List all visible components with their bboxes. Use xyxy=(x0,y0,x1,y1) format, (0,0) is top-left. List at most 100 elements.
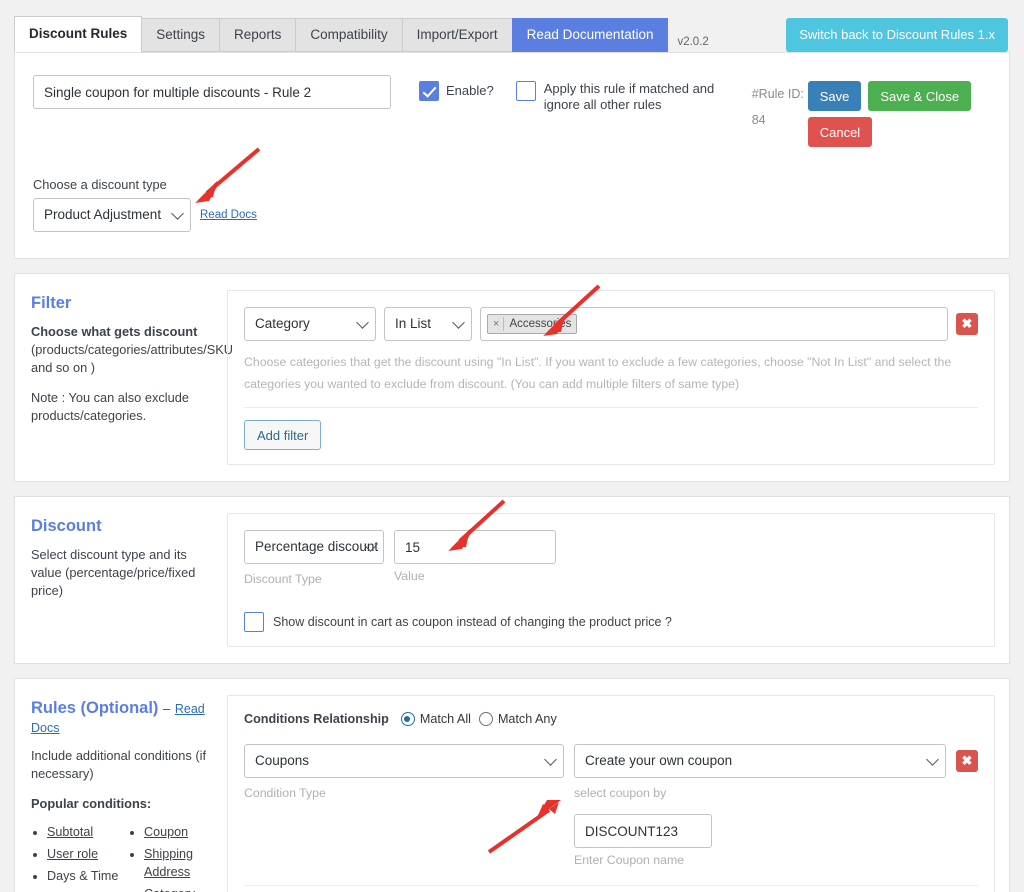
filter-match-value: In List xyxy=(395,316,432,331)
discount-type-group: Percentage discount Discount Type xyxy=(244,530,384,586)
rules-description: Rules (Optional) – Read Docs Include add… xyxy=(31,695,227,892)
discount-title: Discount xyxy=(31,517,102,535)
discount-description: Discount Select discount type and its va… xyxy=(31,513,227,647)
list-item[interactable]: Coupon xyxy=(144,823,217,841)
filter-match-select[interactable]: In List xyxy=(384,307,472,341)
discount-row: Percentage discount Discount Type Value xyxy=(244,530,978,586)
discount-type-value-2: Percentage discount xyxy=(255,539,379,554)
match-any-radio[interactable] xyxy=(478,712,493,726)
popular-conditions-col1: Subtotal User role Days & Time Purchase … xyxy=(31,823,120,892)
filter-values-input[interactable]: × Accessories xyxy=(480,307,948,341)
filter-tag[interactable]: × Accessories xyxy=(487,314,578,334)
filter-type-select[interactable]: Category xyxy=(244,307,376,341)
condition-link-coupon[interactable]: Coupon xyxy=(144,825,188,839)
rule-id-block: #Rule ID: 84 xyxy=(752,81,808,133)
list-item[interactable]: Days & Time xyxy=(47,867,120,885)
condition-row: Coupons Condition Type Create your own c… xyxy=(244,744,978,867)
popular-conditions-col2: Coupon Shipping Address Category Combina… xyxy=(128,823,217,892)
discount-value-group: Value xyxy=(394,530,556,586)
rule-name-input[interactable] xyxy=(33,75,391,109)
filter-panel: Filter Choose what gets discount (produc… xyxy=(14,273,1010,482)
switch-back-button[interactable]: Switch back to Discount Rules 1.x xyxy=(786,18,1008,52)
tab-read-documentation[interactable]: Read Documentation xyxy=(511,18,669,52)
remove-condition-button[interactable]: ✖ xyxy=(956,750,978,772)
tab-compatibility[interactable]: Compatibility xyxy=(295,18,403,52)
discount-type-label: Choose a discount type xyxy=(33,177,167,192)
enable-label: Enable? xyxy=(446,83,494,98)
tab-import-export[interactable]: Import/Export xyxy=(401,18,513,52)
save-and-close-button[interactable]: Save & Close xyxy=(868,81,972,111)
apply-ignore-checkbox[interactable] xyxy=(515,81,536,101)
tab-reports[interactable]: Reports xyxy=(219,18,297,52)
add-filter-button[interactable]: Add filter xyxy=(244,420,322,450)
discount-card: Percentage discount Discount Type Value … xyxy=(227,513,995,647)
chevron-down-icon xyxy=(452,316,465,329)
discount-type-select[interactable]: Product Adjustment xyxy=(33,198,191,232)
conditions-relationship-row: Conditions Relationship Match All Match … xyxy=(244,712,978,726)
match-all-radio[interactable] xyxy=(400,712,415,726)
discount-type-read-docs-link[interactable]: Read Docs xyxy=(200,209,257,221)
radio-match-all[interactable]: Match All xyxy=(400,712,471,726)
condition-link-user-role[interactable]: User role xyxy=(47,847,98,861)
filter-row: Category In List × Accessories ✖ xyxy=(244,307,978,341)
condition-link-days-time[interactable]: Days & Time xyxy=(47,869,118,883)
filter-tag-label: Accessories xyxy=(509,318,572,330)
discount-type-value: Product Adjustment xyxy=(44,207,162,222)
coupon-name-group: Enter Coupon name xyxy=(574,814,946,867)
rules-card: Conditions Relationship Match All Match … xyxy=(227,695,995,892)
discount-desc: Select discount type and its value (perc… xyxy=(31,547,196,598)
list-item[interactable]: Category Combination xyxy=(144,885,217,892)
conditions-relationship-label: Conditions Relationship xyxy=(244,712,389,726)
condition-link-category-combination[interactable]: Category Combination xyxy=(144,887,215,892)
radio-match-any[interactable]: Match Any xyxy=(478,712,557,726)
list-item[interactable]: Subtotal xyxy=(47,823,120,841)
discount-value-input[interactable] xyxy=(394,530,556,564)
condition-type-group: Coupons Condition Type xyxy=(244,744,564,800)
discount-rules-page: Discount Rules Settings Reports Compatib… xyxy=(0,0,1024,892)
condition-link-shipping-address[interactable]: Shipping Address xyxy=(144,847,193,879)
rules-title: Rules (Optional) – Read Docs xyxy=(31,699,217,737)
discount-value-sublabel: Value xyxy=(394,569,425,583)
rules-panel: Rules (Optional) – Read Docs Include add… xyxy=(14,678,1010,892)
rules-title-text: Rules (Optional) xyxy=(31,699,159,717)
filter-section: Filter Choose what gets discount (produc… xyxy=(15,274,1009,481)
condition-link-subtotal[interactable]: Subtotal xyxy=(47,825,93,839)
cancel-button[interactable]: Cancel xyxy=(807,117,873,147)
list-item[interactable]: Shipping Address xyxy=(144,845,217,881)
chevron-down-icon xyxy=(544,753,557,766)
divider xyxy=(244,407,978,408)
filter-desc: Choose what gets discount (products/cate… xyxy=(31,323,233,377)
match-all-label: Match All xyxy=(419,712,471,726)
coupon-by-group: Create your own coupon select coupon by … xyxy=(574,744,946,867)
show-as-coupon-checkbox[interactable] xyxy=(244,612,264,632)
popular-conditions-label: Popular conditions: xyxy=(31,796,152,811)
coupon-name-input[interactable] xyxy=(574,814,712,848)
save-button[interactable]: Save xyxy=(807,81,862,111)
version-label: v2.0.2 xyxy=(677,36,709,48)
top-tab-bar: Discount Rules Settings Reports Compatib… xyxy=(0,0,1024,52)
discount-type-sublabel: Discount Type xyxy=(244,572,322,586)
filter-title: Filter xyxy=(31,294,72,312)
enable-checkbox[interactable] xyxy=(419,81,439,101)
apply-ignore-checkbox-group[interactable]: Apply this rule if matched and ignore al… xyxy=(515,81,732,113)
chevron-down-icon xyxy=(926,753,939,766)
enable-checkbox-group[interactable]: Enable? xyxy=(419,81,494,101)
discount-panel: Discount Select discount type and its va… xyxy=(14,496,1010,664)
rules-section: Rules (Optional) – Read Docs Include add… xyxy=(15,679,1009,892)
filter-type-value: Category xyxy=(255,316,310,331)
condition-type-select[interactable]: Coupons xyxy=(244,744,564,778)
coupon-by-select[interactable]: Create your own coupon xyxy=(574,744,946,778)
show-as-coupon-group[interactable]: Show discount in cart as coupon instead … xyxy=(244,612,978,632)
tab-settings[interactable]: Settings xyxy=(141,18,221,52)
chevron-down-icon xyxy=(171,207,184,220)
rules-desc: Include additional conditions (if necess… xyxy=(31,748,207,781)
remove-tag-icon[interactable]: × xyxy=(488,317,505,331)
rule-id-label: #Rule ID: xyxy=(751,87,804,101)
match-any-label: Match Any xyxy=(497,712,557,726)
list-item[interactable]: User role xyxy=(47,845,120,863)
discount-type-select-2[interactable]: Percentage discount xyxy=(244,530,384,564)
remove-filter-button[interactable]: ✖ xyxy=(956,313,978,335)
rule-header-row: Enable? Apply this rule if matched and i… xyxy=(33,75,991,147)
tab-discount-rules[interactable]: Discount Rules xyxy=(14,16,143,52)
filter-helper-text: Choose categories that get the discount … xyxy=(244,355,952,391)
